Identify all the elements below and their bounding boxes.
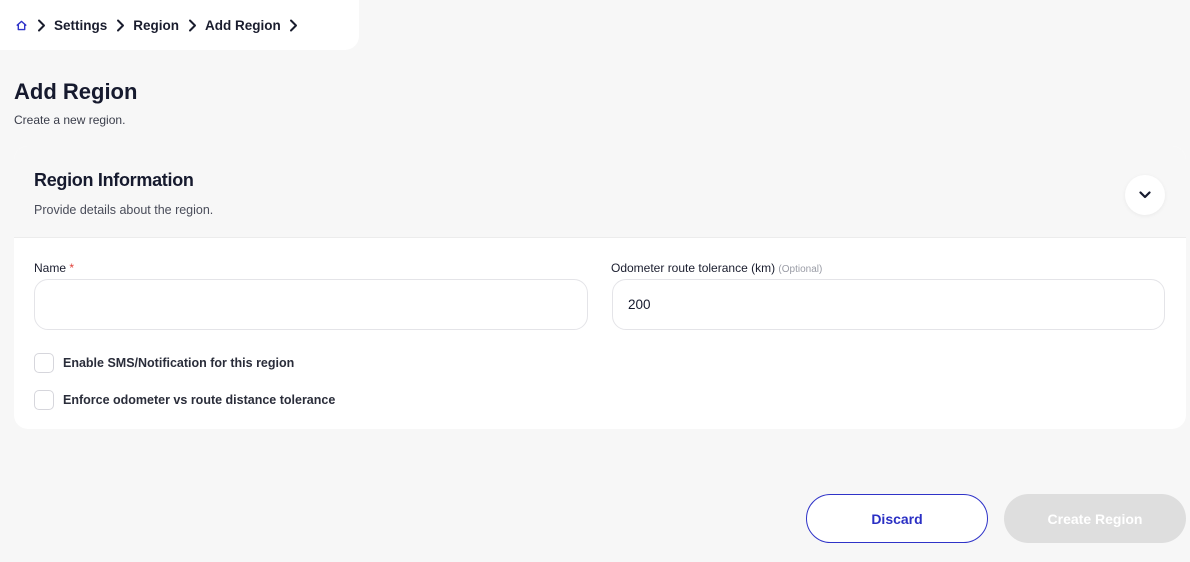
home-icon[interactable] xyxy=(16,19,28,31)
region-information-card: Region Information Provide details about… xyxy=(14,146,1186,429)
chevron-right-icon xyxy=(107,19,133,32)
chevron-down-icon xyxy=(1139,186,1151,204)
enforce-odometer-label: Enforce odometer vs route distance toler… xyxy=(63,393,336,407)
odometer-tolerance-label: Odometer route tolerance (km) (Optional) xyxy=(611,261,822,275)
page-subtitle: Create a new region. xyxy=(14,113,126,127)
sms-notification-checkbox[interactable] xyxy=(34,353,54,373)
page-title: Add Region xyxy=(14,79,138,104)
optional-tag: (Optional) xyxy=(778,264,823,275)
card-description: Provide details about the region. xyxy=(34,203,214,217)
sms-notification-label: Enable SMS/Notification for this region xyxy=(63,356,295,370)
odometer-tolerance-input[interactable] xyxy=(612,279,1165,330)
name-label: Name * xyxy=(34,261,74,275)
breadcrumb-item-settings[interactable]: Settings xyxy=(54,18,107,33)
page: Settings Region Add Region Add Region Cr… xyxy=(0,0,1190,562)
card-title: Region Information xyxy=(34,170,194,190)
chevron-right-icon xyxy=(28,19,54,32)
create-region-button[interactable]: Create Region xyxy=(1004,494,1186,543)
breadcrumb-item-region[interactable]: Region xyxy=(133,18,179,33)
breadcrumb: Settings Region Add Region xyxy=(0,0,359,50)
chevron-right-icon xyxy=(281,19,307,32)
enforce-odometer-checkbox[interactable] xyxy=(34,390,54,410)
enforce-odometer-checkbox-row[interactable]: Enforce odometer vs route distance toler… xyxy=(34,390,335,410)
name-label-text: Name xyxy=(34,261,67,275)
required-mark: * xyxy=(69,261,75,275)
sms-notification-checkbox-row[interactable]: Enable SMS/Notification for this region xyxy=(34,353,294,373)
name-input[interactable] xyxy=(34,279,588,330)
odometer-tolerance-label-text: Odometer route tolerance (km) xyxy=(611,261,776,275)
card-header: Region Information Provide details about… xyxy=(14,146,1186,238)
chevron-right-icon xyxy=(179,19,205,32)
breadcrumb-item-add-region: Add Region xyxy=(205,17,281,33)
collapse-button[interactable] xyxy=(1125,175,1165,215)
discard-button[interactable]: Discard xyxy=(806,494,988,543)
